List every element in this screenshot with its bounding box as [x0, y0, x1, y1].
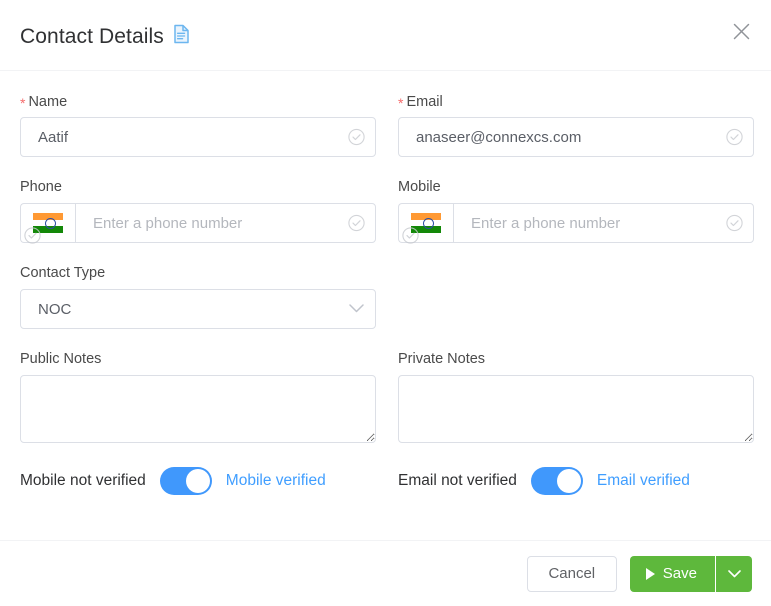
mobile-country-selector[interactable]	[398, 203, 453, 244]
mobile-label: Mobile	[398, 179, 441, 195]
toggle-knob	[185, 469, 210, 493]
save-split-button: Save	[629, 555, 752, 592]
private-notes-textarea[interactable]	[398, 375, 754, 443]
email-input-wrapper	[398, 117, 754, 157]
close-icon	[733, 23, 750, 45]
mobile-verification-group: Mobile not verified Mobile verified	[20, 467, 376, 495]
save-dropdown-button[interactable]	[716, 555, 752, 592]
form-row-phone-mobile: Phone Enter a phone number Mobile Enter …	[20, 179, 754, 244]
form-row-name-email: *Name *Email	[20, 93, 754, 157]
mobile-input[interactable]	[453, 203, 754, 243]
name-label-text: Name	[28, 94, 68, 110]
dialog-body: *Name *Email	[0, 71, 771, 540]
email-label-text: Email	[406, 94, 443, 110]
page-title-text: Contact Details	[20, 25, 164, 48]
name-input[interactable]	[20, 117, 376, 157]
contact-type-label: Contact Type	[20, 265, 106, 281]
contact-type-value: NOC	[38, 300, 72, 318]
public-notes-textarea[interactable]	[20, 375, 376, 443]
required-asterisk: *	[20, 95, 26, 111]
dialog-header: Contact Details	[0, 0, 771, 71]
field-group-mobile: Mobile	[398, 179, 754, 244]
cancel-button[interactable]: Cancel	[526, 555, 617, 592]
toggle-knob	[556, 469, 581, 493]
mobile-toggle-on-label: Mobile verified	[225, 472, 326, 489]
contact-type-select[interactable]: NOC	[20, 289, 376, 329]
chevron-down-icon	[727, 566, 741, 581]
save-button-label: Save	[662, 565, 697, 582]
close-button[interactable]	[727, 20, 755, 48]
name-input-wrapper	[20, 117, 376, 157]
document-icon	[173, 24, 190, 50]
field-group-contact-type-spacer	[398, 265, 754, 329]
form-row-contact-type: Contact Type NOC	[20, 265, 751, 329]
field-group-phone: Phone	[20, 179, 376, 244]
field-group-name: * Name	[20, 93, 376, 157]
mobile-verified-toggle[interactable]	[159, 467, 212, 495]
save-button[interactable]: Save	[629, 555, 715, 592]
email-input[interactable]	[398, 117, 754, 157]
field-group-public-notes: Public Notes	[20, 351, 376, 443]
play-icon	[645, 567, 655, 580]
field-group-private-notes: Private Notes	[398, 351, 754, 443]
email-toggle-on-label: Email verified	[596, 472, 690, 489]
email-verification-group: Email not verified Email verified	[398, 467, 754, 495]
dialog-footer: Cancel Save	[0, 540, 771, 606]
private-notes-label: Private Notes	[398, 351, 486, 367]
mobile-input-wrapper	[398, 203, 754, 244]
page-title: Contact Details	[20, 24, 190, 50]
phone-country-selector[interactable]	[20, 203, 75, 244]
phone-input-wrapper	[20, 203, 376, 244]
email-toggle-off-label: Email not verified	[398, 472, 517, 489]
public-notes-label: Public Notes	[20, 351, 102, 367]
check-circle-icon	[402, 227, 419, 244]
mobile-toggle-off-label: Mobile not verified	[20, 472, 146, 489]
form-row-verification-toggles: Mobile not verified Mobile verified Emai…	[20, 467, 751, 495]
check-circle-icon	[24, 227, 41, 244]
phone-label: Phone	[20, 179, 62, 195]
field-group-email: * Email	[398, 93, 754, 157]
email-verified-toggle[interactable]	[530, 467, 583, 495]
form-row-notes: Public Notes Private Notes	[20, 351, 754, 443]
email-label: * Email	[398, 93, 754, 111]
contact-details-dialog: Contact Details * Name Aatif * Email ana…	[0, 0, 771, 606]
phone-input[interactable]	[75, 203, 376, 243]
required-asterisk: *	[398, 95, 404, 111]
field-group-contact-type: Contact Type NOC	[20, 265, 376, 329]
name-label: * Name	[20, 93, 376, 111]
contact-type-select-wrapper: NOC	[20, 289, 376, 329]
